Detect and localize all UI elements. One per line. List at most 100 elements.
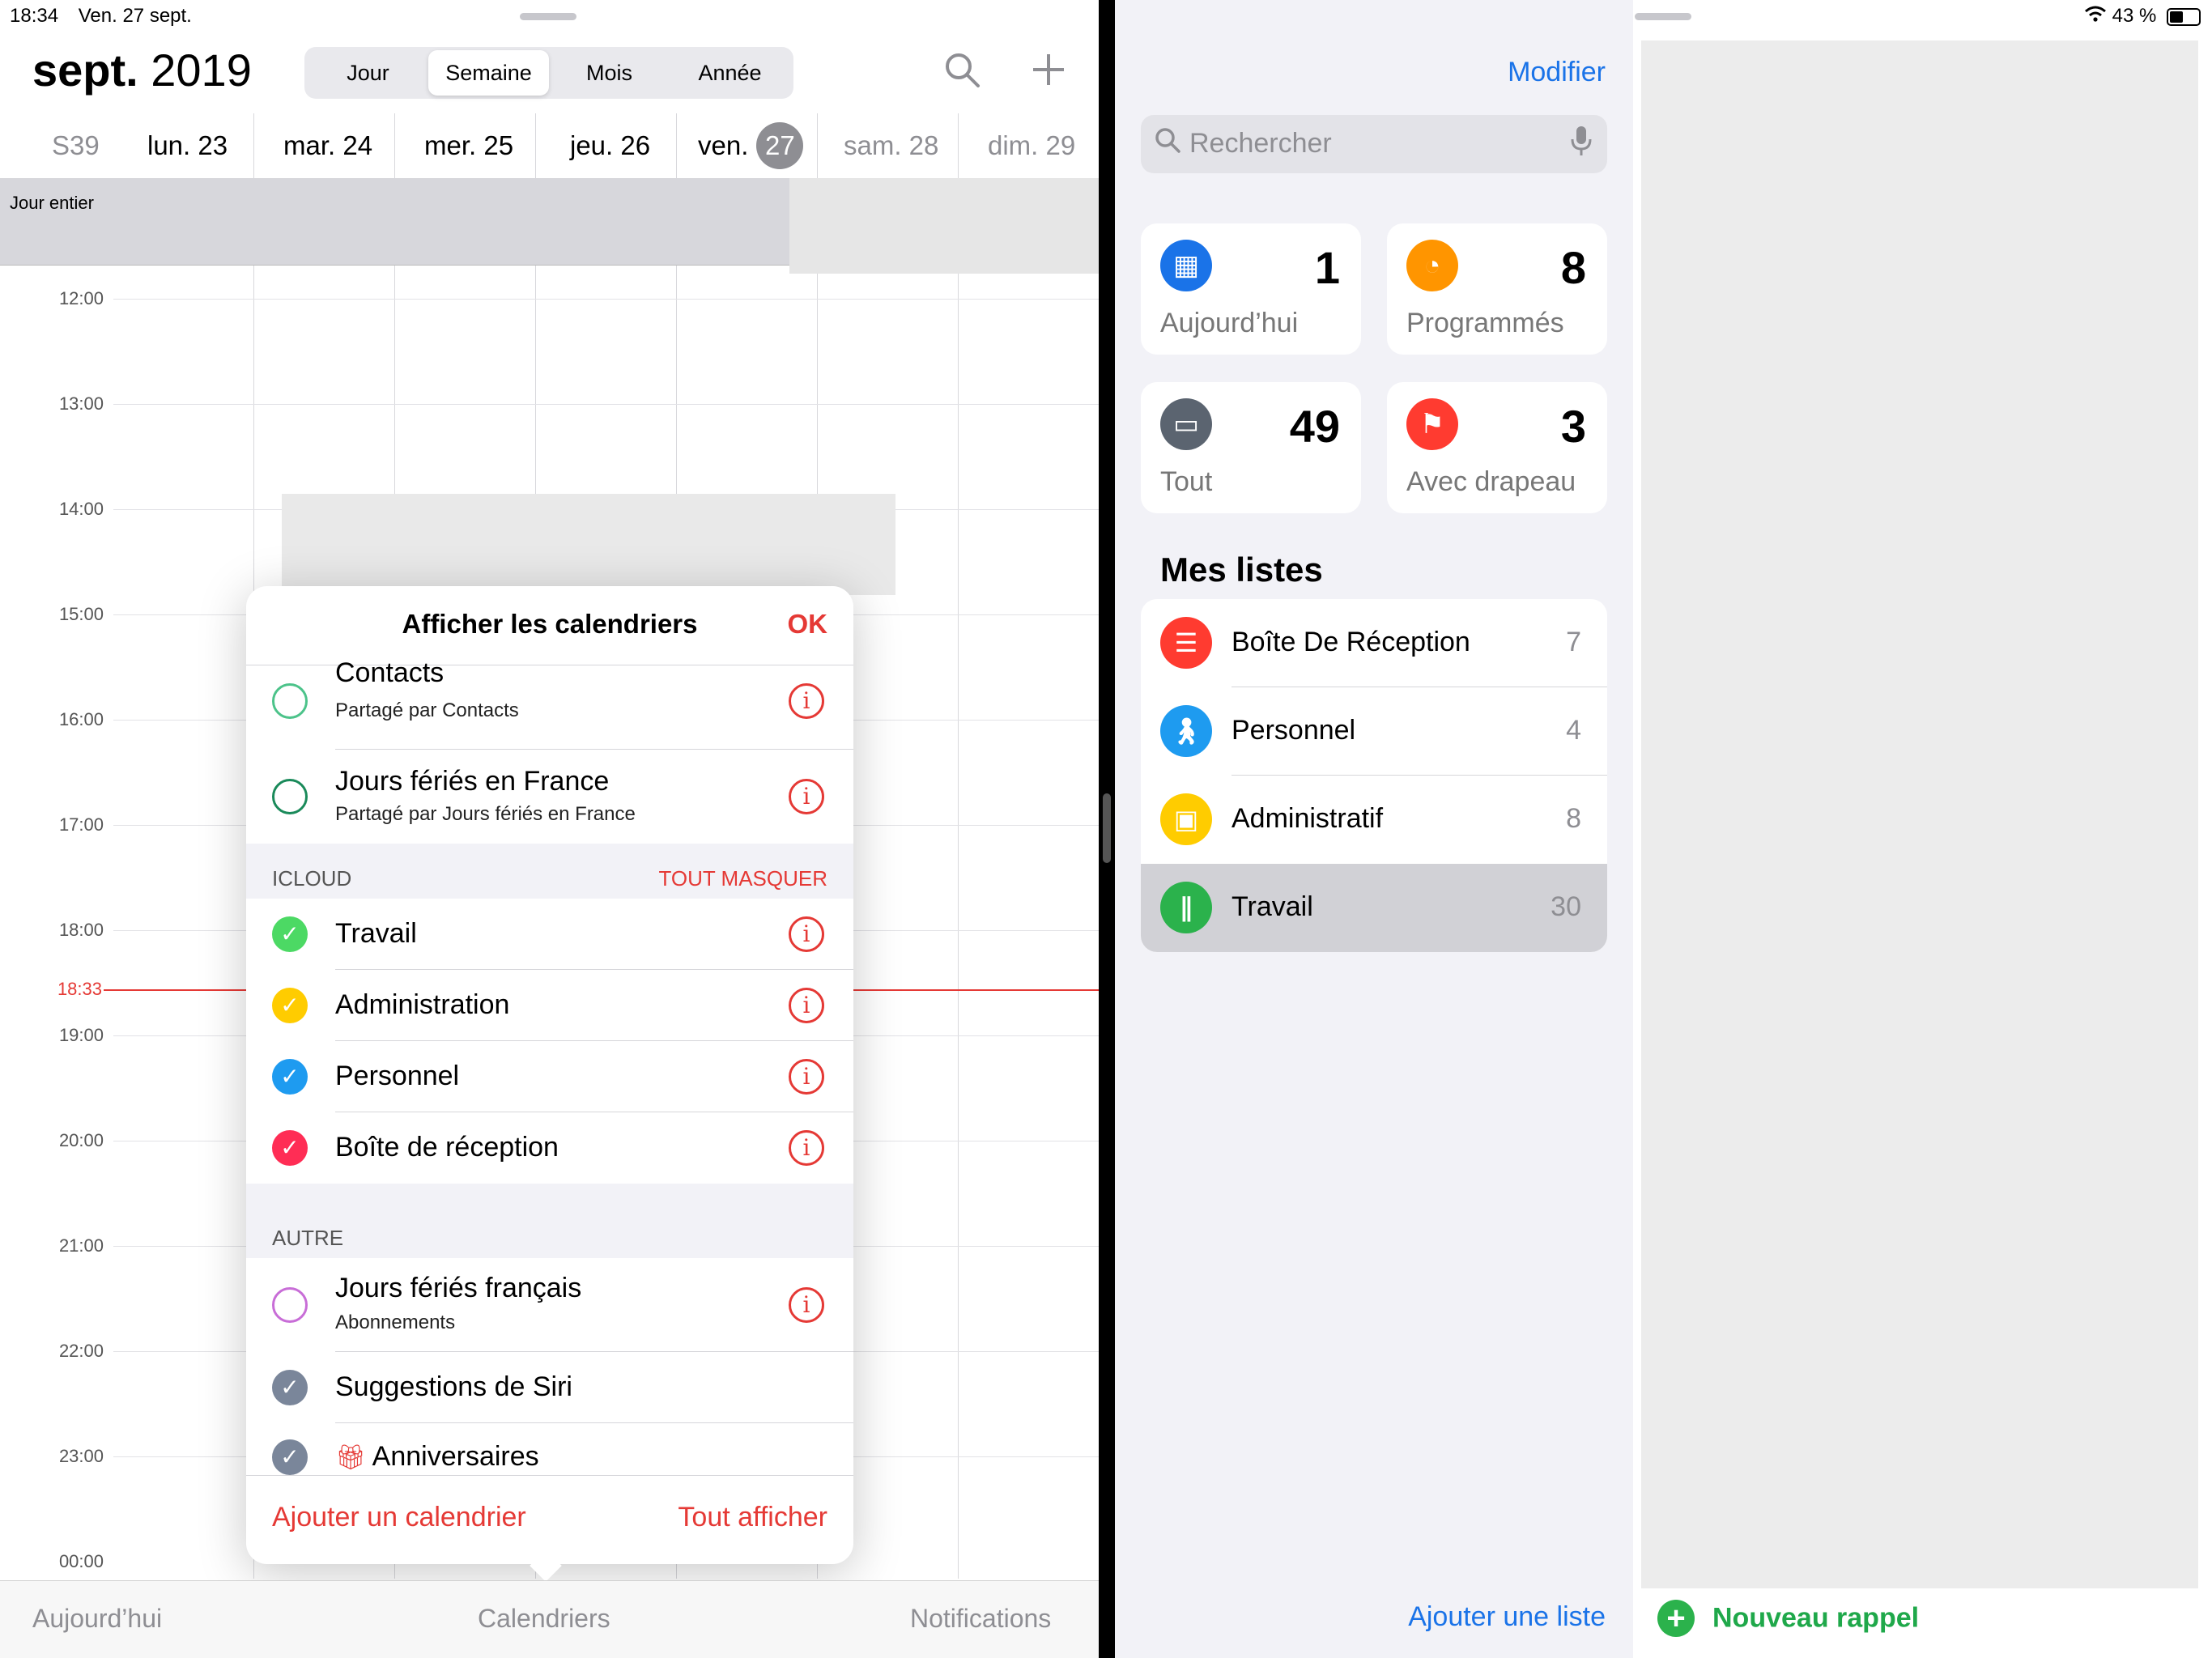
ok-button[interactable]: OK: [788, 609, 828, 640]
smart-list-count: 1: [1314, 242, 1340, 293]
microphone-icon[interactable]: [1570, 125, 1593, 165]
unchecked-circle-icon[interactable]: [272, 779, 308, 814]
info-icon[interactable]: i: [789, 1130, 824, 1166]
day-header-sat[interactable]: sam. 28: [844, 121, 938, 170]
smart-list-label: Avec drapeau: [1406, 466, 1576, 497]
day-header-thu[interactable]: jeu. 26: [570, 121, 650, 170]
hour-label: 22:00: [58, 1341, 104, 1361]
flag-icon: ⚑: [1406, 398, 1458, 450]
today-button[interactable]: Aujourd’hui: [32, 1604, 162, 1634]
multitasking-grabber[interactable]: [1635, 13, 1691, 20]
hour-label: 12:00: [58, 288, 104, 308]
calendar-row-siri-suggestions[interactable]: ✓ Suggestions de Siri: [246, 1352, 853, 1423]
view-segmented-control: Jour Semaine Mois Année: [304, 47, 793, 99]
my-lists: ☰ Boîte De Réception 7 🚶︎ Personnel 4 ▣ …: [1141, 599, 1607, 952]
checkmark-icon[interactable]: ✓: [272, 916, 308, 952]
unchecked-circle-icon[interactable]: [272, 683, 308, 719]
hour-label: 15:00: [58, 604, 104, 624]
view-week-button[interactable]: Semaine: [428, 50, 549, 96]
hour-label: 23:00: [58, 1446, 104, 1466]
unchecked-circle-icon[interactable]: [272, 1287, 308, 1323]
detail-pane: [1641, 40, 2198, 1588]
notifications-button[interactable]: Notifications: [910, 1604, 1051, 1634]
view-year-button[interactable]: Année: [670, 50, 790, 96]
add-event-icon[interactable]: [1030, 50, 1067, 99]
calendar-name-birthdays: 🎁︎ Anniversaires: [335, 1441, 539, 1473]
checkmark-icon[interactable]: ✓: [272, 988, 308, 1023]
calendar-row-contacts[interactable]: Contacts Partagé par Contacts i: [246, 657, 853, 750]
view-month-button[interactable]: Mois: [549, 50, 670, 96]
calendar-name: Boîte de réception: [335, 1132, 559, 1163]
calendar-name: Jours fériés en France: [335, 766, 610, 797]
calendar-row-birthdays[interactable]: ✓ 🎁︎ Anniversaires: [246, 1423, 853, 1475]
show-all-button[interactable]: Tout afficher: [678, 1502, 827, 1533]
new-reminder-button[interactable]: + Nouveau rappel: [1657, 1600, 1919, 1637]
smart-list-today[interactable]: ▦ 1 Aujourd’hui: [1141, 223, 1361, 355]
day-header-mon[interactable]: lun. 23: [147, 121, 228, 170]
search-placeholder: Rechercher: [1189, 128, 1332, 159]
smart-list-label: Aujourd’hui: [1160, 308, 1299, 338]
title-year: 2019: [151, 45, 252, 96]
info-icon[interactable]: i: [789, 683, 824, 719]
checkmark-icon[interactable]: ✓: [272, 1370, 308, 1405]
search-field[interactable]: Rechercher: [1141, 115, 1607, 173]
checkmark-icon[interactable]: ✓: [272, 1059, 308, 1095]
all-day-row[interactable]: [0, 178, 789, 266]
smart-list-count: 49: [1289, 401, 1340, 452]
split-view-handle[interactable]: [1103, 793, 1111, 863]
calendar-subtitle: Partagé par Contacts: [335, 699, 519, 721]
day-header-tue[interactable]: mar. 24: [283, 121, 372, 170]
add-list-button[interactable]: Ajouter une liste: [1408, 1601, 1606, 1633]
drag-preview: [282, 494, 895, 595]
info-icon[interactable]: i: [789, 916, 824, 952]
smart-list-scheduled[interactable]: ◔ 8 Programmés: [1387, 223, 1607, 355]
column-divider: [958, 113, 959, 1579]
list-item-administratif[interactable]: ▣ Administratif 8: [1141, 776, 1607, 864]
calendar-row-holidays-fr[interactable]: Jours fériés en France Partagé par Jours…: [246, 750, 853, 844]
calendar-row-inbox[interactable]: ✓ Boîte de réception i: [246, 1112, 853, 1184]
checkmark-icon[interactable]: ✓: [272, 1130, 308, 1166]
calendars-button[interactable]: Calendriers: [478, 1604, 610, 1634]
smart-list-all[interactable]: ▭ 49 Tout: [1141, 382, 1361, 513]
edit-button[interactable]: Modifier: [1508, 57, 1606, 88]
view-day-button[interactable]: Jour: [308, 50, 428, 96]
list-item-travail[interactable]: ∥ Travail 30: [1141, 864, 1607, 952]
all-day-overlay: [789, 178, 1099, 274]
list-name: Travail: [1231, 891, 1313, 922]
info-icon[interactable]: i: [789, 1287, 824, 1323]
day-header-fri[interactable]: ven. 27: [698, 121, 804, 170]
list-item-personnel[interactable]: 🚶︎ Personnel 4: [1141, 687, 1607, 776]
money-icon: ▣: [1160, 793, 1212, 845]
list-count: 4: [1566, 715, 1581, 746]
search-icon[interactable]: [942, 50, 981, 100]
calendar-row-administration[interactable]: ✓ Administration i: [246, 970, 853, 1041]
current-time-label: 18:33: [57, 979, 102, 999]
multitasking-grabber[interactable]: [520, 13, 576, 20]
calendar-app: 18:34 Ven. 27 sept. sept. 2019 Jour Sema…: [0, 0, 1099, 1658]
status-time: 18:34: [10, 5, 59, 27]
person-icon: 🚶︎: [1160, 705, 1212, 757]
hour-label: 18:00: [58, 920, 104, 940]
hour-label: 21:00: [58, 1235, 104, 1256]
calendar-row-personnel[interactable]: ✓ Personnel i: [246, 1041, 853, 1112]
info-icon[interactable]: i: [789, 1059, 824, 1095]
hide-all-button[interactable]: TOUT MASQUER: [658, 866, 827, 891]
day-header-sun[interactable]: dim. 29: [988, 121, 1075, 170]
calendar-subtitle: Partagé par Jours fériés en France: [335, 803, 636, 825]
list-name: Boîte De Réception: [1231, 627, 1470, 657]
day-header-fri-label: ven.: [698, 130, 749, 160]
info-icon[interactable]: i: [789, 779, 824, 814]
list-count: 7: [1566, 627, 1581, 657]
day-header-wed[interactable]: mer. 25: [424, 121, 513, 170]
add-calendar-button[interactable]: Ajouter un calendrier: [272, 1502, 526, 1533]
list-item-inbox[interactable]: ☰ Boîte De Réception 7: [1141, 599, 1607, 687]
list-count: 8: [1566, 803, 1581, 834]
calendar-row-french-holidays[interactable]: Jours fériés français Abonnements i: [246, 1258, 853, 1352]
info-icon[interactable]: i: [789, 988, 824, 1023]
calendar-name: Jours fériés français: [335, 1273, 582, 1303]
hour-label: 13:00: [58, 393, 104, 414]
checkmark-icon[interactable]: ✓: [272, 1439, 308, 1475]
calendar-row-travail[interactable]: ✓ Travail i: [246, 899, 853, 970]
split-view-divider[interactable]: [1099, 0, 1115, 1658]
smart-list-flagged[interactable]: ⚑ 3 Avec drapeau: [1387, 382, 1607, 513]
